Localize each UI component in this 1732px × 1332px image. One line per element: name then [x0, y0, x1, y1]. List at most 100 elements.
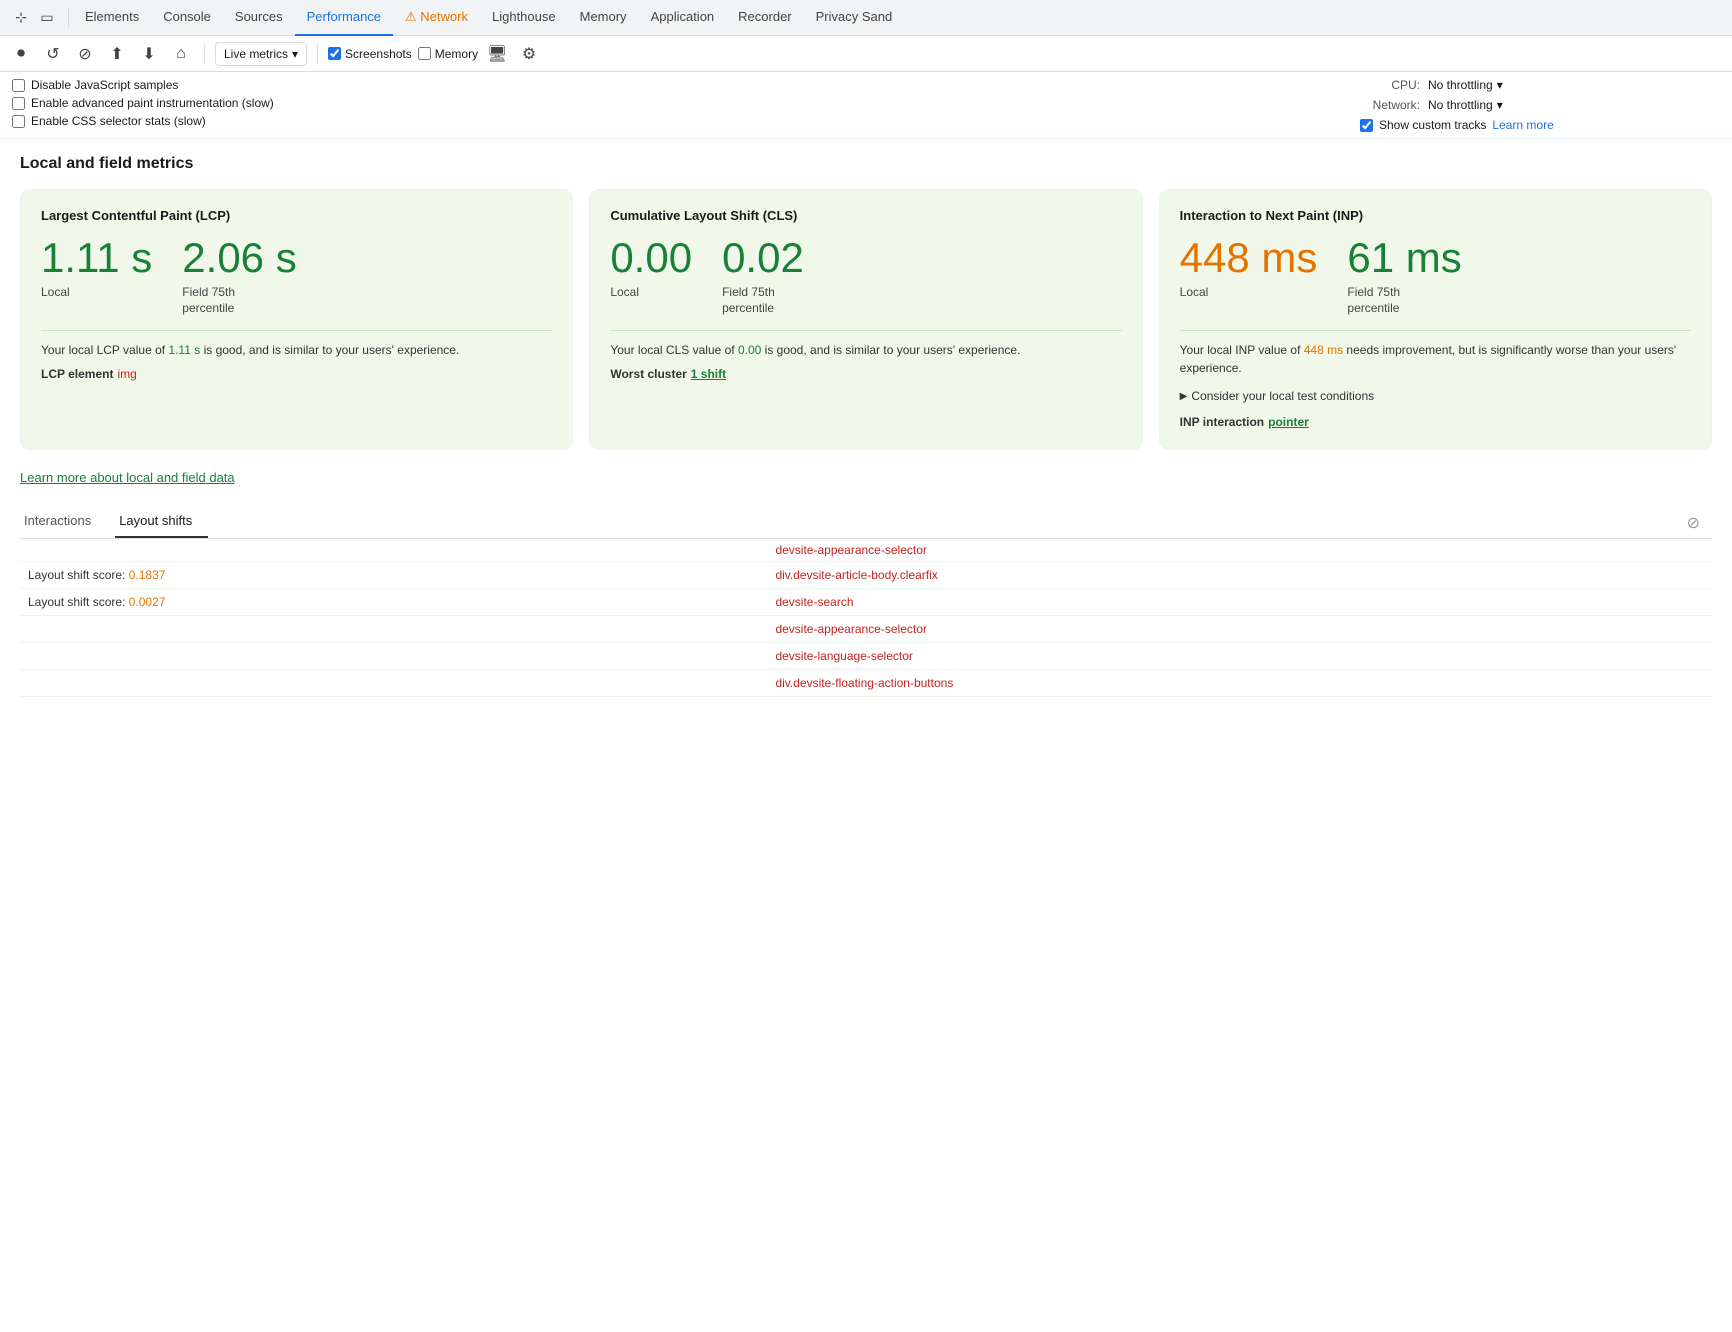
- element-cell-0: devsite-appearance-selector: [767, 539, 1712, 562]
- tab-privacy[interactable]: Privacy Sand: [804, 0, 905, 36]
- lcp-highlight: 1.11 s: [168, 343, 200, 357]
- inp-desc: Your local INP value of 448 ms needs imp…: [1180, 341, 1691, 431]
- table-row: devsite-appearance-selector: [20, 616, 1712, 643]
- inp-local-label: Local: [1180, 285, 1318, 301]
- tab-lighthouse[interactable]: Lighthouse: [480, 0, 568, 36]
- lcp-element-row: LCP elementimg: [41, 365, 552, 383]
- device-icon[interactable]: ▭: [36, 7, 58, 29]
- lcp-divider: [41, 330, 552, 331]
- tab-network[interactable]: ⚠ Network: [393, 0, 480, 36]
- element-name-0[interactable]: devsite-appearance-selector: [775, 543, 926, 557]
- lcp-values: 1.11 s Local 2.06 s Field 75thpercentile: [41, 235, 552, 316]
- lcp-local-group: 1.11 s Local: [41, 235, 152, 316]
- lcp-card: Largest Contentful Paint (LCP) 1.11 s Lo…: [20, 189, 573, 450]
- disable-js-checkbox[interactable]: [12, 79, 25, 92]
- cls-local-value: 0.00: [610, 235, 692, 281]
- screenshots-label: Screenshots: [345, 47, 412, 61]
- cls-card-title: Cumulative Layout Shift (CLS): [610, 208, 1121, 223]
- devtools-icons: ⊹ ▭: [4, 7, 64, 29]
- shift-table: devsite-appearance-selector Layout shift…: [20, 539, 1712, 697]
- tab-sources[interactable]: Sources: [223, 0, 295, 36]
- screenshots-checkbox-item[interactable]: Screenshots: [328, 47, 412, 61]
- advanced-paint-checkbox[interactable]: [12, 97, 25, 110]
- element-name-5[interactable]: div.devsite-floating-action-buttons: [775, 676, 953, 690]
- inp-field-value: 61 ms: [1347, 235, 1461, 281]
- worst-cluster-value[interactable]: 1 shift: [691, 367, 726, 381]
- score-cell-2: Layout shift score: 0.0027: [20, 589, 767, 616]
- cursor-icon[interactable]: ⊹: [10, 7, 32, 29]
- disable-js-label: Disable JavaScript samples: [31, 78, 178, 92]
- custom-tracks-learn-more[interactable]: Learn more: [1492, 118, 1553, 132]
- screenshots-checkbox[interactable]: [328, 47, 341, 60]
- settings-right: CPU: No throttling ▾ Network: No throttl…: [1360, 78, 1720, 132]
- table-row: devsite-language-selector: [20, 643, 1712, 670]
- css-selector-checkbox[interactable]: [12, 115, 25, 128]
- advanced-paint-label: Enable advanced paint instrumentation (s…: [31, 96, 274, 110]
- tab-memory[interactable]: Memory: [568, 0, 639, 36]
- cls-highlight: 0.00: [738, 343, 761, 357]
- element-cell-4: devsite-language-selector: [767, 643, 1712, 670]
- upload-button[interactable]: ⬆: [104, 41, 130, 67]
- css-selector-label: Enable CSS selector stats (slow): [31, 114, 206, 128]
- cls-local-group: 0.00 Local: [610, 235, 692, 316]
- settings-icon[interactable]: ⚙: [516, 41, 542, 67]
- sub-tab-layout-shifts[interactable]: Layout shifts: [115, 505, 208, 538]
- element-name-2[interactable]: devsite-search: [775, 595, 853, 609]
- advanced-paint-setting[interactable]: Enable advanced paint instrumentation (s…: [12, 96, 1360, 110]
- live-metrics-select[interactable]: Live metrics ▾: [215, 42, 307, 66]
- cls-desc-text-1: Your local CLS value of: [610, 343, 738, 357]
- tab-recorder[interactable]: Recorder: [726, 0, 803, 36]
- custom-tracks-checkbox[interactable]: [1360, 119, 1373, 132]
- score-cell-0: [20, 539, 767, 562]
- tab-application[interactable]: Application: [639, 0, 727, 36]
- custom-tracks-label: Show custom tracks: [1379, 118, 1486, 132]
- cpu-throttle-select[interactable]: No throttling ▾: [1428, 78, 1503, 92]
- element-name-4[interactable]: devsite-language-selector: [775, 649, 912, 663]
- tab-console[interactable]: Console: [151, 0, 223, 36]
- reload-record-button[interactable]: ↺: [40, 41, 66, 67]
- element-name-1[interactable]: div.devsite-article-body.clearfix: [775, 568, 937, 582]
- lcp-desc: Your local LCP value of 1.11 s is good, …: [41, 341, 552, 383]
- consider-block[interactable]: ▶ Consider your local test conditions: [1180, 387, 1691, 405]
- table-row: Layout shift score: 0.0027 devsite-searc…: [20, 589, 1712, 616]
- tab-performance[interactable]: Performance: [295, 0, 393, 36]
- record-button[interactable]: ⏺: [8, 41, 34, 67]
- disable-js-setting[interactable]: Disable JavaScript samples: [12, 78, 1360, 92]
- lcp-field-value: 2.06 s: [182, 235, 296, 281]
- cpu-throttle-arrow: ▾: [1497, 78, 1503, 92]
- css-selector-setting[interactable]: Enable CSS selector stats (slow): [12, 114, 1360, 128]
- inp-values: 448 ms Local 61 ms Field 75thpercentile: [1180, 235, 1691, 316]
- tab-elements[interactable]: Elements: [73, 0, 151, 36]
- memory-checkbox[interactable]: [418, 47, 431, 60]
- inp-field-group: 61 ms Field 75thpercentile: [1347, 235, 1461, 316]
- network-row: Network: No throttling ▾: [1360, 98, 1503, 112]
- memory-checkbox-item[interactable]: Memory: [418, 47, 478, 61]
- cls-local-label: Local: [610, 285, 692, 301]
- network-throttle-arrow: ▾: [1497, 98, 1503, 112]
- score-label-1: Layout shift score:: [28, 568, 129, 582]
- inp-card-title: Interaction to Next Paint (INP): [1180, 208, 1691, 223]
- element-name-3[interactable]: devsite-appearance-selector: [775, 622, 926, 636]
- lcp-card-title: Largest Contentful Paint (LCP): [41, 208, 552, 223]
- network-throttle-select[interactable]: No throttling ▾: [1428, 98, 1503, 112]
- score-cell-1: Layout shift score: 0.1837: [20, 562, 767, 589]
- download-button[interactable]: ⬇: [136, 41, 162, 67]
- score-val-2: 0.0027: [129, 595, 166, 609]
- learn-more-link[interactable]: Learn more about local and field data: [20, 470, 235, 485]
- worst-cluster-row: Worst cluster1 shift: [610, 365, 1121, 383]
- home-button[interactable]: ⌂: [168, 41, 194, 67]
- inp-desc-text-1: Your local INP value of: [1180, 343, 1304, 357]
- toolbar-separator-1: [204, 44, 205, 64]
- inp-interaction-value[interactable]: pointer: [1268, 415, 1309, 429]
- lcp-desc-text-2: is good, and is similar to your users' e…: [200, 343, 459, 357]
- consider-label: Consider your local test conditions: [1191, 387, 1374, 405]
- toolbar-separator-2: [317, 44, 318, 64]
- inp-field-label: Field 75thpercentile: [1347, 285, 1461, 316]
- devtools-tab-bar: ⊹ ▭ Elements Console Sources Performance…: [0, 0, 1732, 36]
- cpu-throttle-icon[interactable]: 🖥: [484, 41, 510, 67]
- sub-tab-interactions[interactable]: Interactions: [20, 505, 107, 538]
- custom-tracks-row: Show custom tracks Learn more: [1360, 118, 1554, 132]
- clear-button[interactable]: ⊘: [72, 41, 98, 67]
- lcp-element-value[interactable]: img: [117, 367, 136, 381]
- dropdown-arrow-icon: ▾: [292, 47, 298, 61]
